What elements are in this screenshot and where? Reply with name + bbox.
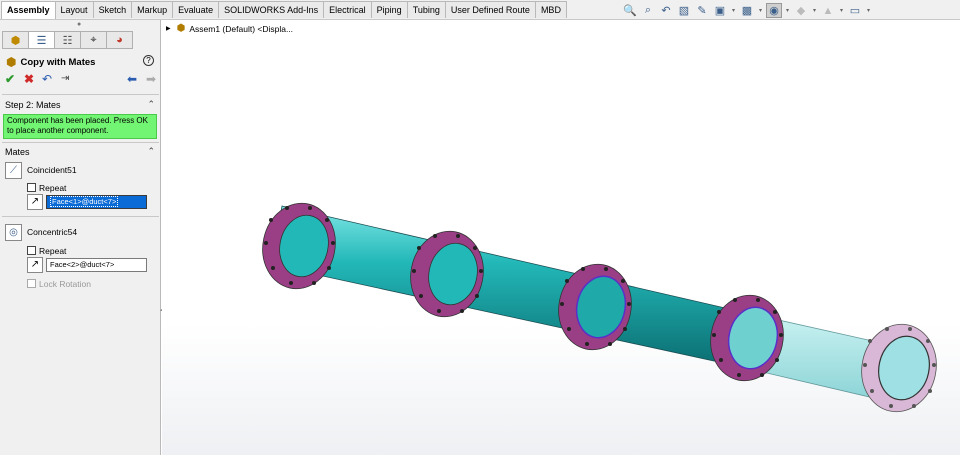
mate-selection-row: ↗ Face<1>@duct<7> <box>27 193 147 210</box>
zoom-to-fit-icon[interactable]: 🔍 <box>622 3 638 18</box>
mate-selection-field[interactable]: Face<2>@duct<7> <box>46 257 147 272</box>
command-manager-ribbon: Assembly Layout Sketch Markup Evaluate S… <box>0 0 960 20</box>
property-manager-title: Copy with Mates <box>20 56 96 68</box>
step2-section-header[interactable]: Step 2: Mates ⌃ <box>5 99 157 112</box>
tab-tubing[interactable]: Tubing <box>406 1 446 18</box>
view-settings-icon[interactable]: ▭ <box>847 3 863 18</box>
coincident-mate-icon: ⟋ <box>5 161 22 179</box>
edit-appearance-icon[interactable]: ◆ <box>793 3 809 18</box>
next-icon[interactable]: ➡ <box>146 73 156 85</box>
divider <box>2 216 159 217</box>
cancel-x-icon[interactable]: ✖ <box>24 73 34 85</box>
mates-section-header[interactable]: Mates ⌃ <box>5 146 157 159</box>
collapse-caret-icon[interactable]: ⌃ <box>147 146 155 157</box>
mates-section-title: Mates <box>5 147 30 157</box>
repeat-checkbox[interactable] <box>27 183 36 192</box>
repeat-label: Repeat <box>39 245 67 256</box>
hide-show-dropdown-icon[interactable]: ▾ <box>784 7 791 14</box>
tab-assembly[interactable]: Assembly <box>1 1 56 19</box>
dimxpert-manager-tab-icon[interactable]: ⌖ <box>80 31 107 49</box>
heads-up-view-toolbar: 🔍 ⌕ ↶ ▧ ✎ ▣ ▾ ▩ ▾ ◉ ▾ ◆ ▾ ▲ ▾ ▭ ▾ <box>622 3 872 18</box>
undo-icon[interactable]: ↶ <box>42 73 52 85</box>
mate-selection-row: ↗ Face<2>@duct<7> <box>27 256 147 273</box>
back-icon[interactable]: ⬅ <box>127 73 137 85</box>
view-settings-dropdown-icon[interactable]: ▾ <box>865 7 872 14</box>
feature-manager-tab-icon[interactable]: ⬢ <box>2 31 29 49</box>
property-manager-actions: ✔ ✖ ↶ ⇥ ⬅ ➡ <box>5 73 157 87</box>
mate-name: Coincident51 <box>27 165 77 175</box>
property-manager-tab-icon[interactable]: ☰ <box>28 31 55 49</box>
pipe-body[interactable] <box>271 205 748 367</box>
configuration-manager-tab-icon[interactable]: ☷ <box>54 31 81 49</box>
zoom-to-area-icon[interactable]: ⌕ <box>640 3 656 18</box>
tab-piping[interactable]: Piping <box>370 1 408 18</box>
pipe-assembly-model[interactable] <box>162 20 960 455</box>
selection-arrow-icon: ↗ <box>27 193 43 210</box>
mate-selection-text: Face<1>@duct<7> <box>50 195 119 207</box>
view-orientation-icon[interactable]: ▣ <box>712 3 728 18</box>
lock-rotation-label: Lock Rotation <box>39 278 91 289</box>
lock-rotation-row: Lock Rotation <box>27 278 91 289</box>
previous-view-icon[interactable]: ↶ <box>658 3 674 18</box>
mate-name: Concentric54 <box>27 227 78 237</box>
divider <box>2 94 159 95</box>
flange-1[interactable] <box>255 196 343 295</box>
property-manager-header: ⬢ Copy with Mates ? <box>6 55 156 69</box>
mate-concentric[interactable]: ◎ Concentric54 <box>5 223 77 241</box>
ribbon-tabs: Assembly Layout Sketch Markup Evaluate S… <box>1 1 567 19</box>
mate-selection-field[interactable]: Face<1>@duct<7> <box>46 194 147 209</box>
dynamic-annotation-icon[interactable]: ✎ <box>694 3 710 18</box>
tab-mbd[interactable]: MBD <box>534 1 567 18</box>
apply-scene-icon[interactable]: ▲ <box>820 3 836 18</box>
tab-electrical[interactable]: Electrical <box>323 1 372 18</box>
divider <box>2 142 159 143</box>
mate-coincident[interactable]: ⟋ Coincident51 <box>5 161 77 179</box>
manager-tabs: ⬢ ☰ ☷ ⌖ ◕ <box>2 31 133 49</box>
tab-layout[interactable]: Layout <box>54 1 94 18</box>
repeat-checkbox[interactable] <box>27 246 36 255</box>
display-style-icon[interactable]: ▩ <box>739 3 755 18</box>
tab-markup[interactable]: Markup <box>131 1 174 18</box>
tab-evaluate[interactable]: Evaluate <box>172 1 220 18</box>
pushpin-icon[interactable]: ⇥ <box>61 73 69 85</box>
placement-message: Component has been placed. Press OK to p… <box>3 114 157 139</box>
display-manager-tab-icon[interactable]: ◕ <box>106 31 133 49</box>
repeat-checkbox-row[interactable]: Repeat <box>27 245 66 256</box>
selection-arrow-icon: ↗ <box>27 256 43 273</box>
view-orientation-dropdown-icon[interactable]: ▾ <box>730 7 737 14</box>
graphics-area[interactable]: ▶ ⬢ Assem1 (Default) <Displa... <box>162 20 960 455</box>
display-style-dropdown-icon[interactable]: ▾ <box>757 7 764 14</box>
help-icon[interactable]: ? <box>143 55 154 66</box>
appearance-dropdown-icon[interactable]: ▾ <box>811 7 818 14</box>
step2-section-title: Step 2: Mates <box>5 100 61 110</box>
repeat-label: Repeat <box>39 182 67 193</box>
repeat-checkbox-row[interactable]: Repeat <box>27 182 66 193</box>
tab-user-defined-route[interactable]: User Defined Route <box>444 1 536 18</box>
collapse-caret-icon[interactable]: ⌃ <box>147 99 155 110</box>
scene-dropdown-icon[interactable]: ▾ <box>838 7 845 14</box>
concentric-mate-icon: ◎ <box>5 223 22 241</box>
hide-show-items-icon[interactable]: ◉ <box>766 3 782 18</box>
lock-rotation-checkbox[interactable] <box>27 279 36 288</box>
ok-check-icon[interactable]: ✔ <box>5 73 15 85</box>
tab-sketch[interactable]: Sketch <box>92 1 133 18</box>
tab-solidworks-addins[interactable]: SOLIDWORKS Add-Ins <box>218 1 325 18</box>
panel-collapse-handle[interactable]: ● <box>77 21 81 28</box>
copy-with-mates-icon: ⬢ <box>6 55 17 69</box>
flange-5[interactable] <box>854 317 945 418</box>
section-view-icon[interactable]: ▧ <box>676 3 692 18</box>
